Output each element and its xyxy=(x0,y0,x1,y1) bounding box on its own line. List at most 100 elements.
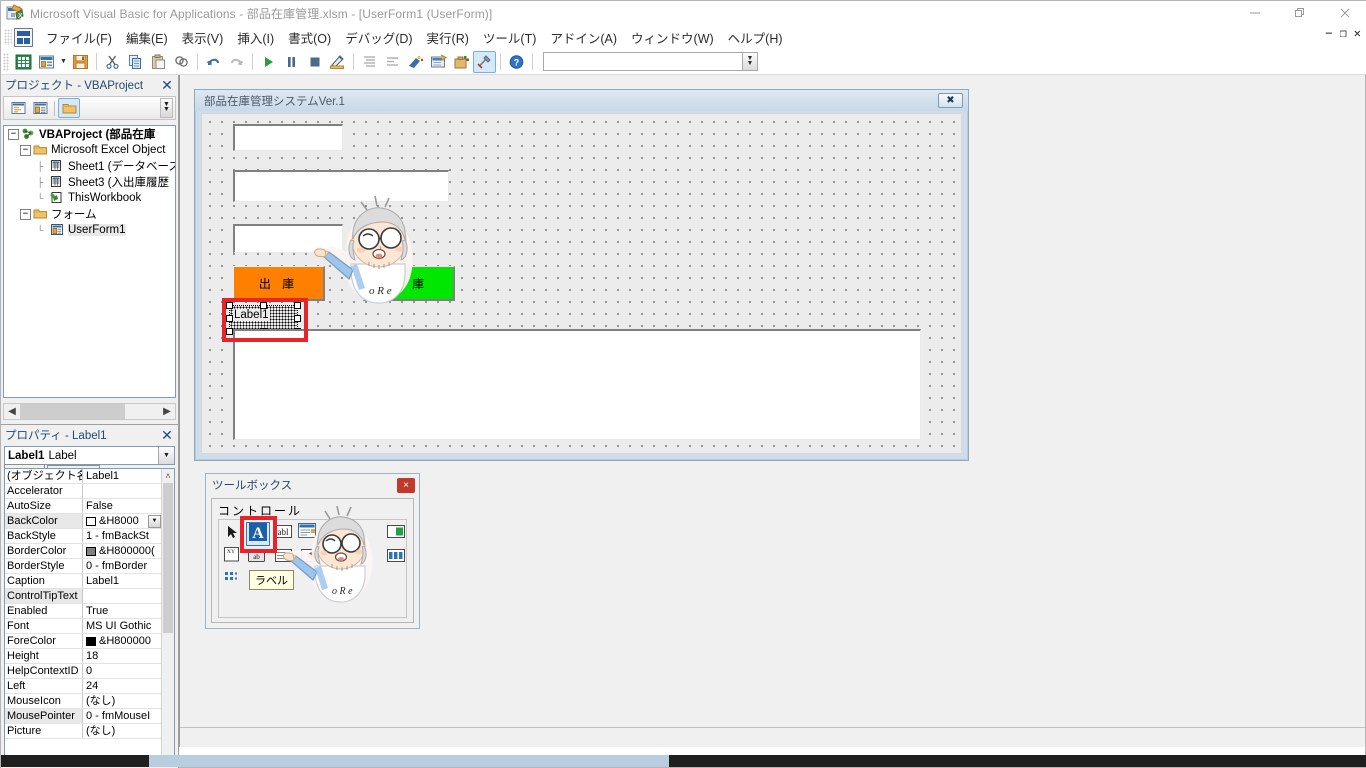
table-row[interactable]: BackColor &H8000 ▼ xyxy=(5,514,161,529)
tree-item-sheet3[interactable]: ├ Sheet3 (入出庫履歴 xyxy=(4,174,175,190)
view-excel-icon[interactable] xyxy=(12,51,35,73)
resize-handle-e[interactable] xyxy=(294,315,301,322)
menu-item-edit[interactable]: 編集(E) xyxy=(119,25,175,50)
table-row[interactable]: AutoSize False xyxy=(5,499,161,514)
insert-userform-icon[interactable] xyxy=(35,51,58,73)
expander-icon[interactable]: − xyxy=(20,208,31,220)
table-row[interactable]: Height 18 xyxy=(5,649,161,664)
table-row[interactable]: Picture (なし) xyxy=(5,724,161,739)
menu-item-file[interactable]: ファイル(F) xyxy=(39,25,119,50)
break-icon[interactable] xyxy=(280,51,303,73)
label-tool[interactable]: A xyxy=(246,522,270,546)
select-objects-tool[interactable] xyxy=(222,524,242,544)
table-row[interactable]: Left 24 xyxy=(5,679,161,694)
object-browser-icon[interactable] xyxy=(404,51,427,73)
mdi-minimize-button[interactable]: − xyxy=(1325,27,1332,39)
scroll-right-icon[interactable]: ▶ xyxy=(159,404,175,419)
insert-dropdown-arrow[interactable]: ▼ xyxy=(58,51,69,73)
resize-handle-sw[interactable] xyxy=(226,328,233,335)
resize-handle-nw[interactable] xyxy=(226,302,233,309)
chevron-down-icon[interactable]: ▼ xyxy=(158,447,174,464)
design-mode-icon[interactable] xyxy=(326,51,349,73)
toolbox-tab-controls[interactable]: コントロール xyxy=(218,502,302,519)
userform-close-icon[interactable]: ✖ xyxy=(938,93,963,108)
textbox-2[interactable] xyxy=(233,170,449,202)
table-row[interactable]: BackStyle 1 - fmBackSt xyxy=(5,529,161,544)
menu-item-addins[interactable]: アドイン(A) xyxy=(543,25,624,50)
scroll-thumb[interactable] xyxy=(163,483,173,633)
find-icon[interactable] xyxy=(170,51,193,73)
expander-icon[interactable]: − xyxy=(20,144,31,156)
scrollbar-tool[interactable] xyxy=(386,548,406,568)
cut-icon[interactable] xyxy=(101,51,124,73)
toolbox-close-icon[interactable]: × xyxy=(397,477,415,493)
table-row[interactable]: MousePointer 0 - fmMouseI xyxy=(5,709,161,724)
table-row[interactable]: MouseIcon (なし) xyxy=(5,694,161,709)
property-value[interactable]: 0 - fmBorder xyxy=(83,559,161,573)
property-value[interactable]: (なし) xyxy=(83,724,161,738)
menu-item-insert[interactable]: 挿入(I) xyxy=(230,25,281,50)
tree-item-forms-folder[interactable]: − フォーム xyxy=(4,206,175,222)
close-button[interactable] xyxy=(1322,1,1366,25)
shukko-button[interactable]: 出 庫 xyxy=(233,266,325,301)
copy-icon[interactable] xyxy=(124,51,147,73)
menu-item-debug[interactable]: デバッグ(D) xyxy=(338,25,419,50)
property-value-cell[interactable]: &H800000 xyxy=(83,634,161,648)
property-value[interactable]: 24 xyxy=(83,679,161,693)
view-code-icon[interactable] xyxy=(7,98,29,118)
toolbar-drag-grip[interactable] xyxy=(3,52,9,71)
minimize-button[interactable] xyxy=(1232,1,1277,25)
nyuko-button[interactable]: 入 庫 xyxy=(363,266,455,301)
property-value[interactable] xyxy=(83,589,161,603)
property-value-cell[interactable]: &H8000 ▼ xyxy=(83,514,161,528)
project-tree[interactable]: − VBAProject (部品在庫 − Microsoft Excel Obj… xyxy=(3,125,176,398)
property-value[interactable]: 0 xyxy=(83,664,161,678)
view-object-icon[interactable] xyxy=(29,98,51,118)
listbox-1[interactable] xyxy=(233,329,921,440)
menu-item-run[interactable]: 実行(R) xyxy=(420,25,476,50)
table-row[interactable]: BorderStyle 0 - fmBorder xyxy=(5,559,161,574)
tree-item-vbaproject[interactable]: − VBAProject (部品在庫 xyxy=(4,126,175,142)
mdi-restore-button[interactable]: ❐ xyxy=(1340,27,1347,39)
save-icon[interactable] xyxy=(69,51,92,73)
table-row[interactable]: ControlTipText xyxy=(5,589,161,604)
properties-close-icon[interactable]: ✕ xyxy=(156,426,178,444)
resize-handle-ne[interactable] xyxy=(294,302,301,309)
position-indicator-dropdown-icon[interactable]: ▼ ▼ xyxy=(742,53,757,70)
table-row[interactable]: ForeColor &H800000 xyxy=(5,634,161,649)
menu-item-format[interactable]: 書式(O) xyxy=(281,25,338,50)
resize-handle-n[interactable] xyxy=(260,302,267,309)
project-explorer-horizontal-scrollbar[interactable]: ◀ ▶ xyxy=(3,403,176,420)
multipage-tool[interactable] xyxy=(222,570,242,590)
tree-item-sheet1[interactable]: ├ Sheet1 (データベース xyxy=(4,158,175,174)
immediate-window-icon[interactable] xyxy=(427,51,450,73)
properties-vertical-scrollbar[interactable]: ˄ ˅ xyxy=(161,469,174,766)
table-row[interactable]: Enabled True xyxy=(5,604,161,619)
property-value[interactable]: True xyxy=(83,604,161,618)
chevron-down-icon[interactable]: ▼ xyxy=(148,514,161,528)
property-value[interactable]: Label1 xyxy=(83,469,161,483)
tree-item-excel-objects[interactable]: − Microsoft Excel Object xyxy=(4,142,175,158)
property-value[interactable] xyxy=(83,484,161,498)
property-value[interactable]: MS UI Gothic xyxy=(83,619,161,633)
property-value[interactable]: False xyxy=(83,499,161,513)
property-value[interactable]: (なし) xyxy=(83,694,161,708)
expander-icon[interactable]: − xyxy=(8,128,19,140)
scroll-thumb[interactable] xyxy=(20,404,125,419)
frame-tool[interactable]: XY xyxy=(222,547,242,567)
spinbutton-tool[interactable] xyxy=(339,548,359,568)
watch-window-icon[interactable] xyxy=(450,51,473,73)
position-indicator[interactable]: ▼ ▼ xyxy=(543,52,758,71)
reset-icon[interactable] xyxy=(303,51,326,73)
userform-canvas[interactable]: 出 庫 入 庫 Label1 o R e xyxy=(201,113,962,454)
taskbar-window-item[interactable] xyxy=(149,755,669,767)
textbox-1[interactable] xyxy=(233,124,343,151)
paste-icon[interactable] xyxy=(147,51,170,73)
project-explorer-toolbar-overflow-icon[interactable]: ▼ ▼ xyxy=(160,98,173,118)
properties-object-selector[interactable]: Label1 Label ▼ xyxy=(4,446,175,465)
table-row[interactable]: BorderColor &H800000( xyxy=(5,544,161,559)
menu-item-help[interactable]: ヘルプ(H) xyxy=(721,25,790,50)
menu-item-tools[interactable]: ツール(T) xyxy=(476,25,543,50)
property-value-cell[interactable]: &H800000( xyxy=(83,544,161,558)
table-row[interactable]: Caption Label1 xyxy=(5,574,161,589)
